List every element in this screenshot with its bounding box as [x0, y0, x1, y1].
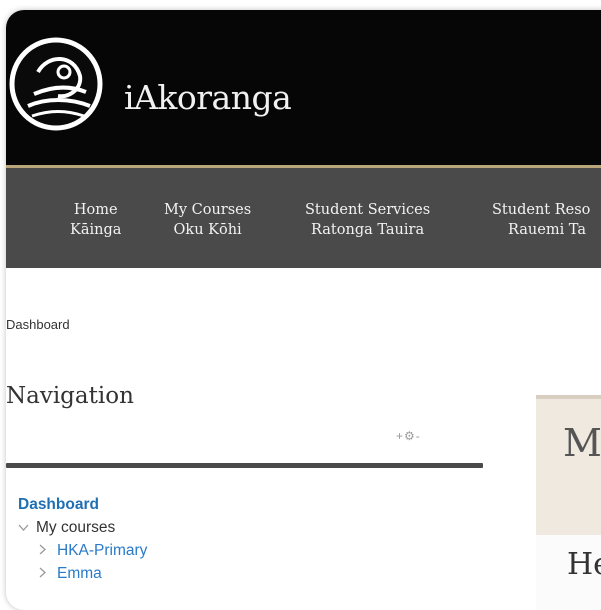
- navigation-tree: Dashboard My courses HKA-Primary Emma: [18, 493, 147, 585]
- chevron-down-icon: [18, 516, 36, 539]
- course-link[interactable]: Emma: [57, 565, 102, 582]
- tree-item-label: My courses: [36, 519, 116, 536]
- block-controls-icon[interactable]: +⚙-: [396, 429, 421, 443]
- logo-icon[interactable]: [8, 36, 104, 132]
- nav-label-en: Home: [73, 202, 118, 218]
- main-content-title: M: [563, 421, 601, 465]
- main-navigation: Home Kāinga My Courses Oku Kōhi Student …: [6, 168, 601, 268]
- navigation-block-divider: [6, 463, 483, 468]
- nav-item-student-resources[interactable]: Student Reso Rauemi Ta: [492, 200, 590, 240]
- tree-item-course[interactable]: Emma: [18, 562, 147, 585]
- nav-item-my-courses[interactable]: My Courses Oku Kōhi: [164, 200, 251, 240]
- chevron-right-icon: [39, 539, 57, 562]
- nav-label-en: Student Services: [305, 202, 431, 218]
- site-header: iAkoranga: [6, 10, 601, 165]
- main-content-header: M: [536, 395, 601, 539]
- course-link[interactable]: HKA-Primary: [57, 542, 147, 559]
- main-content-heading: He: [567, 547, 601, 582]
- tree-item-dashboard[interactable]: Dashboard: [18, 493, 147, 516]
- browser-window: iAkoranga Home Kāinga My Courses Oku Kōh…: [6, 10, 601, 610]
- nav-label-mi: Oku Kōhi: [173, 222, 242, 238]
- nav-label-mi: Rauemi Ta: [508, 222, 587, 238]
- nav-label-mi: Ratonga Tauira: [311, 222, 425, 238]
- tree-item-course[interactable]: HKA-Primary: [18, 539, 147, 562]
- nav-item-student-services[interactable]: Student Services Ratonga Tauira: [305, 200, 430, 240]
- chevron-right-icon: [39, 562, 57, 585]
- nav-label-en: My Courses: [164, 202, 252, 218]
- navigation-block-title: Navigation: [6, 383, 134, 409]
- nav-label-mi: Kāinga: [70, 222, 122, 238]
- breadcrumb[interactable]: Dashboard: [6, 317, 70, 332]
- site-title[interactable]: iAkoranga: [124, 78, 292, 117]
- nav-label-en: Student Reso: [492, 202, 591, 218]
- tree-item-my-courses[interactable]: My courses: [18, 516, 147, 539]
- nav-item-home[interactable]: Home Kāinga: [70, 200, 121, 240]
